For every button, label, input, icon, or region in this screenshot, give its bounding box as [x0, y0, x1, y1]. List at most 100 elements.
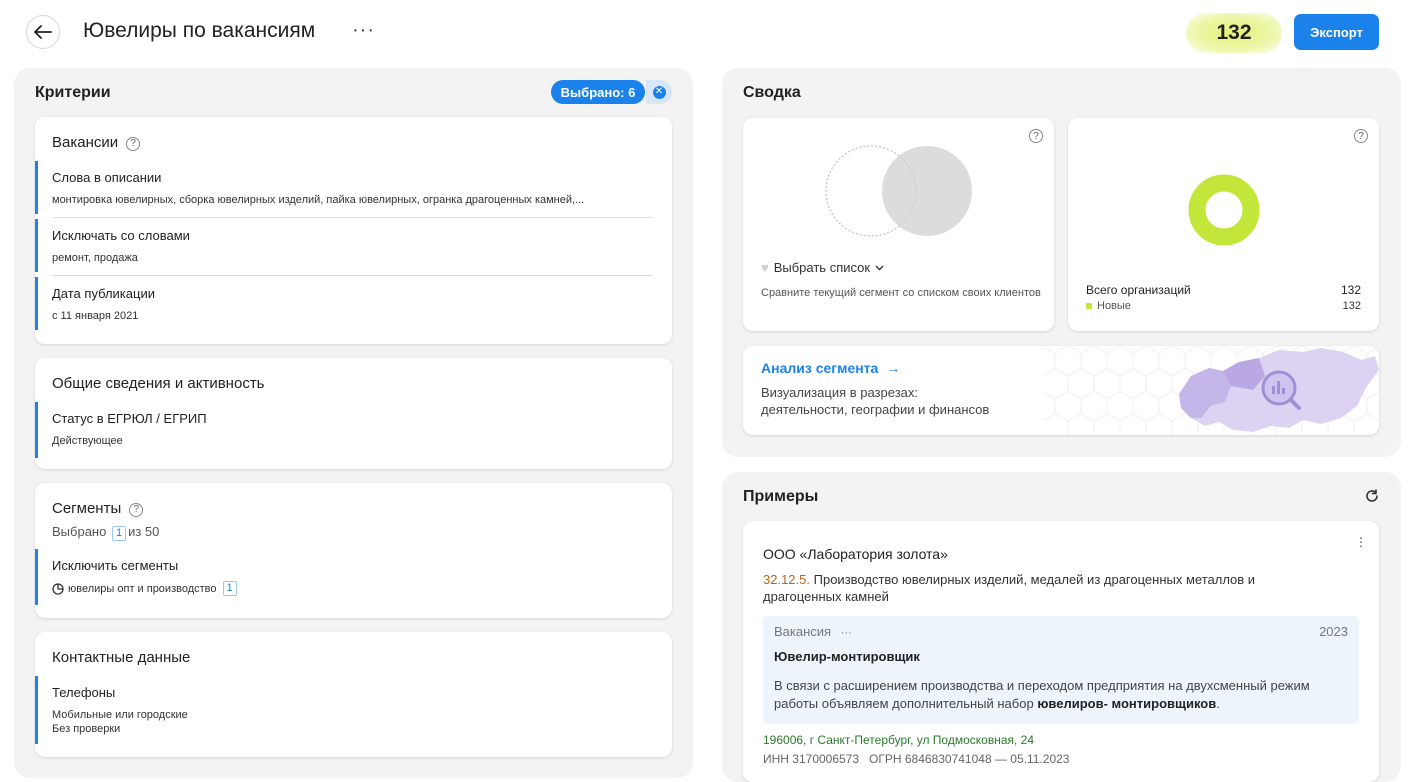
new-label: Новые — [1097, 300, 1131, 312]
criterion-publish-date[interactable]: Дата публикации с 11 января 2021 — [35, 277, 655, 330]
segments-card-label: Сегменты — [52, 500, 122, 517]
page-title: Ювелиры по вакансиям — [83, 19, 316, 42]
criterion-value: с 11 января 2021 — [52, 310, 139, 322]
divider — [52, 275, 653, 276]
criterion-name: Исключить сегменты — [52, 558, 179, 573]
criterion-value: монтировка ювелирных, сборка ювелирных и… — [52, 194, 585, 206]
company-address: 196006, г Санкт-Петербург, ул Подмосковн… — [763, 733, 1035, 747]
criterion-value: ювелиры опт и производство 1 — [52, 581, 655, 596]
vacancy-end: . — [1216, 696, 1220, 711]
criteria-title: Критерии — [35, 84, 111, 101]
criterion-name: Дата публикации — [52, 286, 155, 301]
summary-title: Сводка — [743, 84, 801, 101]
criterion-value: ремонт, продажа — [52, 252, 138, 264]
new-legend: Новые — [1086, 300, 1131, 312]
vacancies-card[interactable]: Вакансии? Слова в описании монтировка юв… — [35, 117, 672, 344]
arrow-right-icon: → — [886, 360, 901, 376]
segments-selected-prefix: Выбрано — [52, 524, 107, 539]
vertical-dots-icon[interactable]: ⋮ — [1355, 536, 1367, 548]
vacancy-title: Ювелир-монтировщик — [774, 649, 920, 664]
criterion-name: Исключать со словами — [52, 228, 190, 243]
criterion-name: Статус в ЕГРЮЛ / ЕГРИП — [52, 411, 207, 426]
segments-selected-summary: Выбрано 1 из 50 — [52, 524, 159, 541]
top-bar: Ювелиры по вакансиям ··· 132 Экспорт — [0, 0, 1418, 64]
criterion-exclude-segments[interactable]: Исключить сегменты ювелиры опт и произво… — [35, 549, 655, 605]
result-count: 132 — [1186, 13, 1282, 53]
vacancy-description: В связи с расширением производства и пер… — [774, 677, 1334, 713]
divider — [52, 217, 653, 218]
criterion-name: Телефоны — [52, 685, 116, 700]
segment-analysis-description: Визуализация в разрезах: деятельности, г… — [761, 384, 989, 418]
criterion-value: Действующее — [52, 435, 123, 447]
excluded-segment-name: ювелиры опт и производство — [68, 582, 217, 595]
segments-selected-suffix: из 50 — [128, 524, 160, 539]
examples-panel: Примеры ООО «Лаборатория золота» ⋮ 32.12… — [722, 472, 1401, 782]
segment-analysis-link[interactable]: Анализ сегмента → — [761, 360, 900, 376]
segments-card-title: Сегменты? — [52, 500, 144, 517]
okved-text: Производство ювелирных изделий, медалей … — [763, 572, 1256, 604]
arrow-left-icon — [34, 25, 52, 39]
company-registration: ИНН 3170006573 ОГРН 6846830741048 — 05.1… — [763, 752, 1070, 766]
criterion-phones[interactable]: Телефоны Мобильные или городские Без про… — [35, 676, 655, 744]
close-icon: ✕ — [652, 85, 666, 99]
summary-panel: Сводка ? ♥ Выбрать список Сравните текущ… — [722, 68, 1401, 457]
criterion-name: Слова в описании — [52, 170, 162, 185]
general-card-title: Общие сведения и активность — [52, 375, 265, 392]
export-button[interactable]: Экспорт — [1294, 14, 1379, 50]
venn-diagram — [825, 145, 972, 237]
analysis-line1: Визуализация в разрезах: — [761, 385, 918, 400]
new-value: 132 — [1342, 300, 1361, 312]
vacancy-label-row: Вакансия ··· — [774, 624, 852, 639]
more-menu-button[interactable]: ··· — [352, 18, 375, 42]
compare-hint: Сравните текущий сегмент со списком свои… — [761, 287, 1041, 299]
vacancy-more-button[interactable]: ··· — [841, 627, 852, 639]
heart-icon: ♥ — [761, 260, 769, 275]
contacts-card[interactable]: Контактные данные Телефоны Мобильные или… — [35, 632, 672, 757]
excluded-segment-count: 1 — [222, 581, 237, 596]
examples-title: Примеры — [743, 488, 819, 505]
help-icon[interactable]: ? — [129, 502, 144, 517]
back-button[interactable] — [26, 15, 60, 49]
legend-swatch — [1086, 303, 1092, 309]
contacts-card-title: Контактные данные — [52, 649, 191, 666]
segment-analysis-label: Анализ сегмента — [761, 360, 879, 376]
totals-card: ? Всего организаций 132 Новые 132 — [1068, 118, 1379, 331]
criterion-status[interactable]: Статус в ЕГРЮЛ / ЕГРИП Действующее — [35, 402, 655, 458]
pie-segment-icon — [52, 582, 64, 595]
help-icon[interactable]: ? — [126, 136, 141, 151]
total-organizations-row: Всего организаций 132 — [1086, 283, 1361, 297]
general-info-card[interactable]: Общие сведения и активность Статус в ЕГР… — [35, 358, 672, 469]
segments-card[interactable]: Сегменты? Выбрано 1 из 50 Исключить сегме… — [35, 483, 672, 618]
selected-count-badge[interactable]: Выбрано: 6 — [551, 80, 645, 104]
donut-chart — [1188, 174, 1260, 246]
company-name[interactable]: ООО «Лаборатория золота» — [763, 546, 948, 562]
okved-code: 32.12.5. — [763, 572, 810, 587]
criterion-exclude-words[interactable]: Исключать со словами ремонт, продажа — [35, 219, 655, 272]
new-organizations-row: Новые 132 — [1086, 300, 1361, 312]
chevron-down-icon — [875, 265, 884, 270]
example-company-card[interactable]: ООО «Лаборатория золота» ⋮ 32.12.5. Прои… — [743, 521, 1379, 782]
clear-selection-button[interactable]: ✕ — [646, 80, 672, 104]
vacancy-year: 2023 — [1319, 624, 1348, 639]
vacancy-label: Вакансия — [774, 624, 832, 639]
total-value: 132 — [1340, 283, 1361, 297]
refresh-icon[interactable] — [1365, 489, 1379, 503]
segments-selected-count: 1 — [111, 526, 127, 541]
compare-card: ? ♥ Выбрать список Сравните текущий сегм… — [743, 118, 1054, 331]
vacancies-card-title: Вакансии? — [52, 134, 141, 151]
choose-list-dropdown[interactable]: ♥ Выбрать список — [761, 260, 884, 275]
total-label: Всего организаций — [1086, 283, 1191, 297]
analysis-line2: деятельности, географии и финансов — [761, 402, 990, 417]
choose-list-label: Выбрать список — [773, 260, 871, 275]
criterion-value-line2: Без проверки — [52, 723, 121, 735]
vacancies-card-label: Вакансии — [52, 134, 119, 151]
help-icon[interactable]: ? — [1029, 129, 1043, 143]
vacancy-box[interactable]: Вакансия ··· 2023 Ювелир-монтировщик В с… — [763, 616, 1359, 724]
vacancy-highlight: ювелиров- монтировщиков — [1037, 696, 1217, 711]
criterion-value-line1: Мобильные или городские — [52, 709, 188, 721]
help-icon[interactable]: ? — [1354, 129, 1368, 143]
criteria-panel: Критерии Выбрано: 6 ✕ Вакансии? Слова в … — [14, 68, 693, 778]
criterion-words[interactable]: Слова в описании монтировка ювелирных, с… — [35, 161, 655, 214]
segment-analysis-card[interactable]: Анализ сегмента → Визуализация в разреза… — [743, 346, 1379, 435]
russia-map-icon — [1179, 348, 1379, 432]
